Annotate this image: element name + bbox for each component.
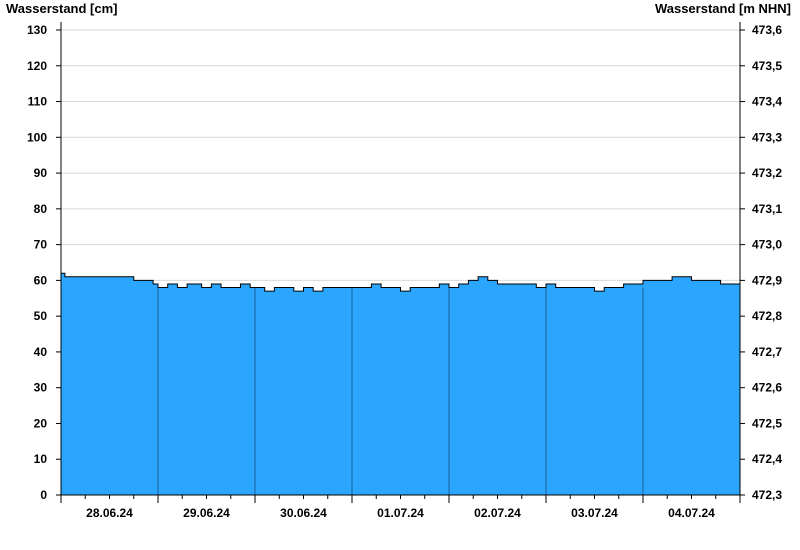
x-tick-label: 03.07.24	[571, 506, 618, 520]
y-tick-label-right: 472,3	[752, 488, 782, 502]
y-tick-label-right: 473,3	[752, 130, 782, 144]
y-tick-label-right: 473,4	[752, 95, 782, 109]
y-tick-label-left: 90	[34, 166, 48, 180]
y-tick-label-left: 60	[34, 273, 48, 287]
y-tick-label-left: 20	[34, 416, 48, 430]
x-tick-label: 01.07.24	[377, 506, 424, 520]
y-tick-label-left: 40	[34, 345, 48, 359]
y-tick-label-right: 472,5	[752, 416, 782, 430]
y-tick-label-left: 30	[34, 381, 48, 395]
x-tick-label: 30.06.24	[280, 506, 327, 520]
water-level-chart: 0102030405060708090100110120130 472,3472…	[27, 22, 782, 520]
y-tick-label-right: 472,6	[752, 381, 782, 395]
y-tick-label-right: 472,4	[752, 452, 782, 466]
y-tick-label-right: 472,8	[752, 309, 782, 323]
water-level-area	[61, 273, 740, 495]
y-tick-label-left: 10	[34, 452, 48, 466]
y-tick-label-left: 50	[34, 309, 48, 323]
y-ticks-left: 0 10 20 30 40 50 60 70 80 90 100 110 120 130	[27, 23, 61, 502]
y-tick-label-right: 472,7	[752, 345, 782, 359]
y-ticks-right: 472,3 472,4 472,5 472,6 472,7 472,8 472,9 473,0…	[740, 23, 782, 502]
y-tick-label-right: 473,0	[752, 238, 782, 252]
y-tick-label-left: 70	[34, 238, 48, 252]
y-tick-label-left: 110	[28, 95, 48, 109]
y-tick-label-left: 120	[27, 59, 47, 73]
y-tick-label-right: 472,9	[752, 273, 782, 287]
x-tick-label: 04.07.24	[668, 506, 715, 520]
x-tick-label: 28.06.24	[86, 506, 133, 520]
y-tick-label-right: 473,5	[752, 59, 782, 73]
y-tick-label-left: 80	[34, 202, 48, 216]
y-tick-label-left: 100	[27, 130, 47, 144]
x-tick-label: 29.06.24	[183, 506, 230, 520]
y-tick-label-left: 130	[27, 23, 47, 37]
y-tick-label-right: 473,1	[752, 202, 782, 216]
x-tick-label: 02.07.24	[474, 506, 521, 520]
x-ticks: 28.06.24 29.06.24 30.06.24 01.07.24 02.07.24…	[60, 495, 741, 520]
y-tick-label-right: 473,6	[752, 23, 782, 37]
y-tick-label-right: 473,2	[752, 166, 782, 180]
y-tick-label-left: 0	[40, 488, 47, 502]
